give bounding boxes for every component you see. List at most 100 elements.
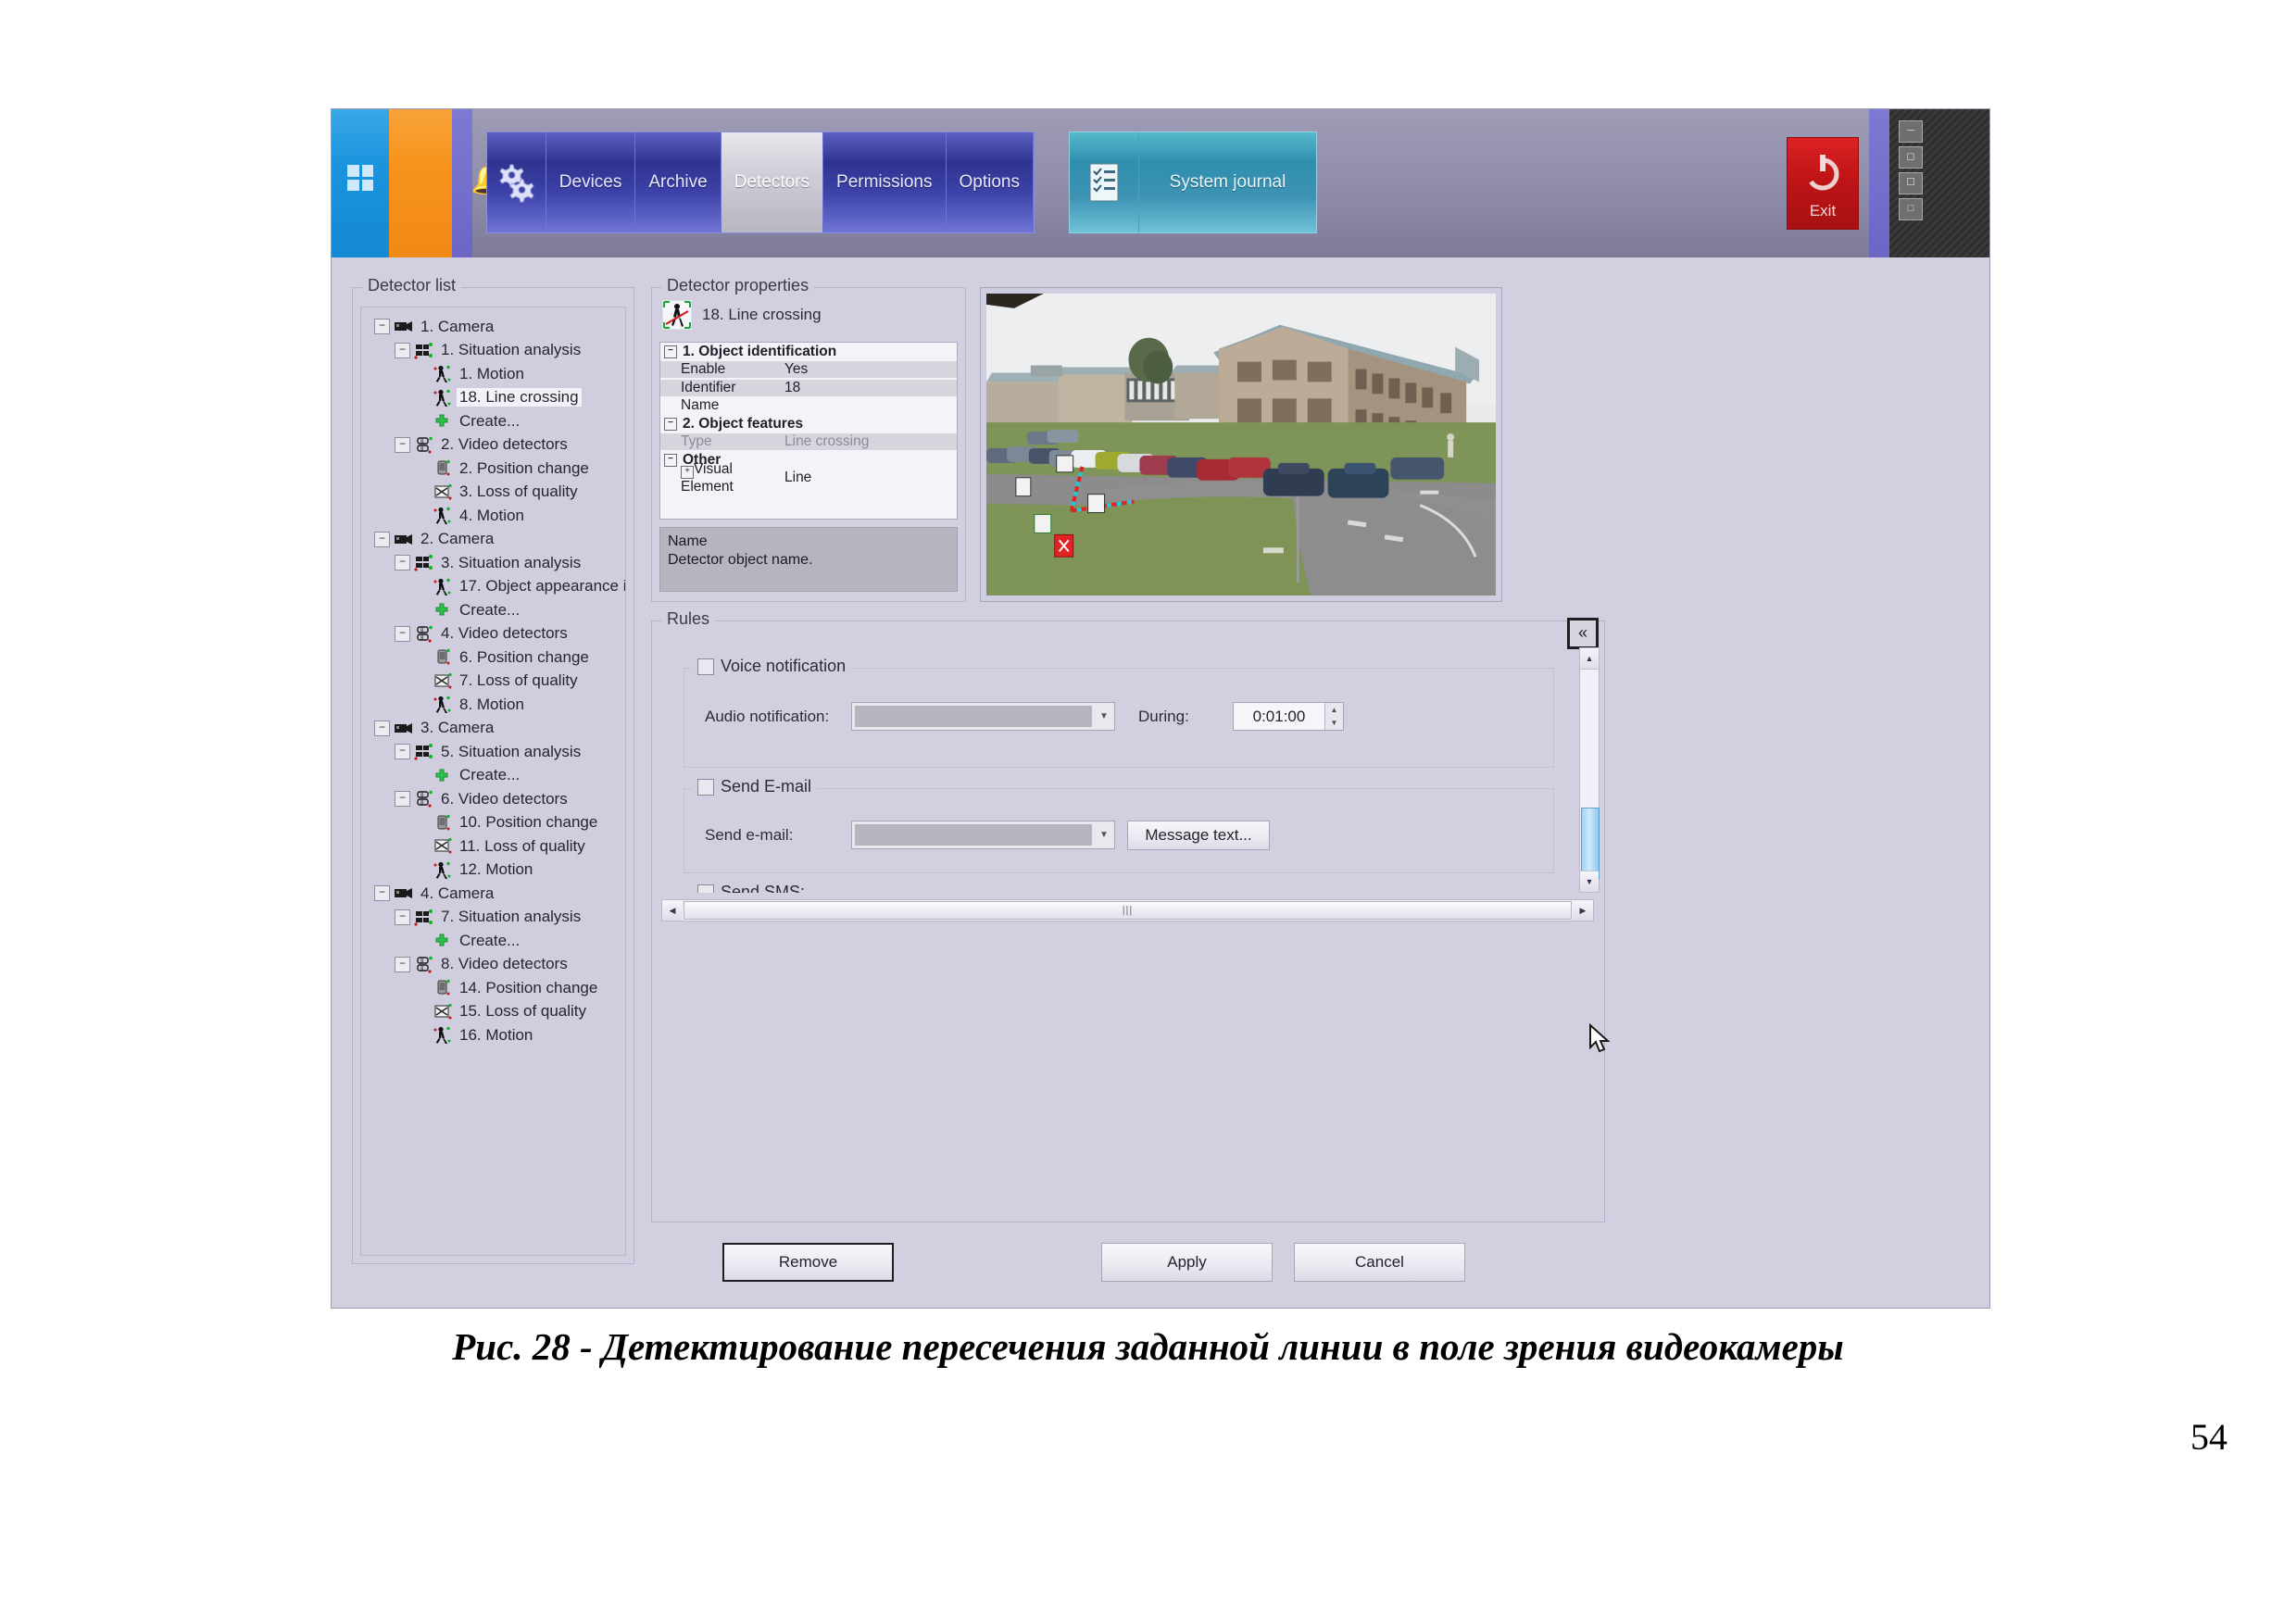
rules-vertical-scrollbar[interactable]: ▲ ▼ <box>1579 647 1600 893</box>
property-value[interactable]: 18 <box>779 379 957 396</box>
apply-button[interactable]: Apply <box>1101 1243 1273 1282</box>
tree-item-12[interactable]: Create... <box>365 598 621 622</box>
detector-properties-grid[interactable]: −1. Object identification Enable Yes Identi… <box>659 342 958 520</box>
tree-item-3[interactable]: 18. Line crossing <box>365 386 621 410</box>
scroll-right-arrow-icon[interactable]: ▶ <box>1573 900 1593 921</box>
tree-item-10[interactable]: − 3. Situation analysis <box>365 551 621 575</box>
window-minimize-button[interactable]: ─ <box>1899 120 1923 143</box>
audio-notification-combobox[interactable]: ▼ <box>851 702 1115 731</box>
property-value[interactable]: Yes <box>779 361 957 379</box>
property-row-3[interactable]: Name <box>660 397 957 416</box>
rule-send-sms-header[interactable]: Send SMS: <box>692 883 811 893</box>
property-row-5[interactable]: Type Line crossing <box>660 433 957 452</box>
rule-send-email-header[interactable]: Send E-mail <box>692 777 818 796</box>
rules-horizontal-scroll-thumb[interactable]: ||| <box>684 901 1572 920</box>
property-value[interactable]: Line <box>779 470 957 486</box>
tree-item-5[interactable]: −8 8 2. Video detectors <box>365 433 621 458</box>
tree-item-29[interactable]: 15. Loss of quality <box>365 1000 621 1024</box>
tree-expander-minus-icon[interactable]: − <box>395 555 410 571</box>
tree-item-17[interactable]: − 3. Camera <box>365 717 621 741</box>
tree-item-8[interactable]: 4. Motion <box>365 504 621 528</box>
tree-expander-minus-icon[interactable]: − <box>395 744 410 760</box>
rules-horizontal-scrollbar[interactable]: ◀ ||| ▶ <box>661 899 1594 921</box>
tree-item-0[interactable]: − 1. Camera <box>365 315 621 339</box>
tab-options[interactable]: Options <box>947 132 1034 232</box>
system-journal-icon-button[interactable] <box>1070 132 1139 232</box>
tree-item-18[interactable]: − 5. Situation analysis <box>365 740 621 764</box>
tree-expander-minus-icon[interactable]: − <box>395 909 410 925</box>
tree-expander-minus-icon[interactable]: − <box>395 625 410 642</box>
window-restore-button[interactable]: ◻ <box>1899 146 1923 169</box>
tree-item-19[interactable]: Create... <box>365 764 621 788</box>
tree-expander-minus-icon[interactable]: − <box>395 956 410 972</box>
tab-devices[interactable]: Devices <box>546 132 636 232</box>
tree-expander-minus-icon[interactable]: − <box>374 720 390 736</box>
scroll-down-arrow-icon[interactable]: ▼ <box>1580 871 1599 892</box>
tree-item-22[interactable]: 11. Loss of quality <box>365 834 621 859</box>
during-spinner-buttons[interactable]: ▲ ▼ <box>1324 703 1343 730</box>
tree-item-23[interactable]: 12. Motion <box>365 859 621 883</box>
tree-item-16[interactable]: 8. Motion <box>365 693 621 717</box>
tree-expander-minus-icon[interactable]: − <box>395 342 410 358</box>
send-email-checkbox[interactable] <box>697 778 714 796</box>
alarm-button[interactable]: 🔔 <box>389 109 508 257</box>
grid-view-button[interactable] <box>332 109 389 257</box>
tree-item-7[interactable]: 3. Loss of quality <box>365 481 621 505</box>
tree-item-4[interactable]: Create... <box>365 409 621 433</box>
tree-expander-minus-icon[interactable]: − <box>374 885 390 902</box>
send-email-combobox[interactable]: ▼ <box>851 821 1115 849</box>
tree-item-15[interactable]: 7. Loss of quality <box>365 670 621 694</box>
expander-minus-icon[interactable]: − <box>664 417 677 431</box>
tab-permissions[interactable]: Permissions <box>823 132 947 232</box>
tree-expander-minus-icon[interactable]: − <box>374 531 390 547</box>
scroll-up-arrow-icon[interactable]: ▲ <box>1580 648 1599 670</box>
exit-button[interactable]: Exit <box>1787 137 1859 230</box>
tree-item-26[interactable]: Create... <box>365 929 621 953</box>
expander-minus-icon[interactable]: − <box>664 345 677 358</box>
system-journal-panel[interactable]: System journal <box>1069 132 1317 233</box>
tree-expander-minus-icon[interactable]: − <box>374 319 390 335</box>
send-sms-checkbox[interactable] <box>697 884 714 893</box>
tree-item-6[interactable]: 2. Position change <box>365 457 621 481</box>
settings-gears-button[interactable] <box>487 132 546 232</box>
window-close-button[interactable]: □ <box>1899 198 1923 220</box>
tree-item-13[interactable]: −8 8 4. Video detectors <box>365 622 621 646</box>
scroll-left-arrow-icon[interactable]: ◀ <box>662 900 683 921</box>
collapse-rules-button[interactable]: « <box>1567 618 1599 649</box>
tree-item-25[interactable]: − 7. Situation analysis <box>365 906 621 930</box>
remove-button[interactable]: Remove <box>722 1243 894 1282</box>
property-row-2[interactable]: Identifier 18 <box>660 379 957 397</box>
tree-item-14[interactable]: 6. Position change <box>365 646 621 670</box>
tree-item-2[interactable]: 1. Motion <box>365 362 621 386</box>
audio-notification-value <box>855 706 1092 727</box>
property-row-7[interactable]: + Visual Element Line <box>660 461 957 495</box>
email-message-text-button[interactable]: Message text... <box>1127 821 1270 850</box>
property-row-0[interactable]: −1. Object identification <box>660 343 957 361</box>
tree-item-30[interactable]: 16. Motion <box>365 1023 621 1047</box>
tree-item-24[interactable]: − 4. Camera <box>365 882 621 906</box>
detector-tree[interactable]: −1. Camera −1. Situation analysis 1. Motio… <box>360 307 626 1256</box>
tab-detectors[interactable]: Detectors <box>721 132 824 232</box>
during-spinner[interactable]: 0:01:00 ▲ ▼ <box>1233 702 1344 731</box>
tab-archive[interactable]: Archive <box>635 132 721 232</box>
camera-live-preview[interactable] <box>986 294 1496 595</box>
tree-item-20[interactable]: −8 8 6. Video detectors <box>365 787 621 811</box>
tree-item-1[interactable]: − 1. Situation analysis <box>365 339 621 363</box>
tree-item-11[interactable]: 17. Object appearance in zone <box>365 575 625 599</box>
voice-notification-checkbox[interactable] <box>697 658 714 675</box>
tree-item-9[interactable]: − 2. Camera <box>365 528 621 552</box>
tree-expander-minus-icon[interactable]: − <box>395 791 410 808</box>
property-row-4[interactable]: −2. Object features <box>660 415 957 433</box>
tree-item-27[interactable]: −8 8 8. Video detectors <box>365 953 621 977</box>
rule-voice-notification-header[interactable]: Voice notification <box>692 657 852 676</box>
rules-vertical-scroll-thumb[interactable] <box>1581 808 1600 880</box>
window-maximize-button[interactable]: ☐ <box>1899 172 1923 194</box>
cancel-button[interactable]: Cancel <box>1294 1243 1465 1282</box>
property-value[interactable]: Line crossing <box>779 433 957 451</box>
tree-item-28[interactable]: 14. Position change <box>365 976 621 1000</box>
expander-plus-icon[interactable]: + <box>681 465 694 479</box>
property-row-1[interactable]: Enable Yes <box>660 361 957 380</box>
tree-expander-minus-icon[interactable]: − <box>395 436 410 453</box>
tree-item-21[interactable]: 10. Position change <box>365 811 621 835</box>
